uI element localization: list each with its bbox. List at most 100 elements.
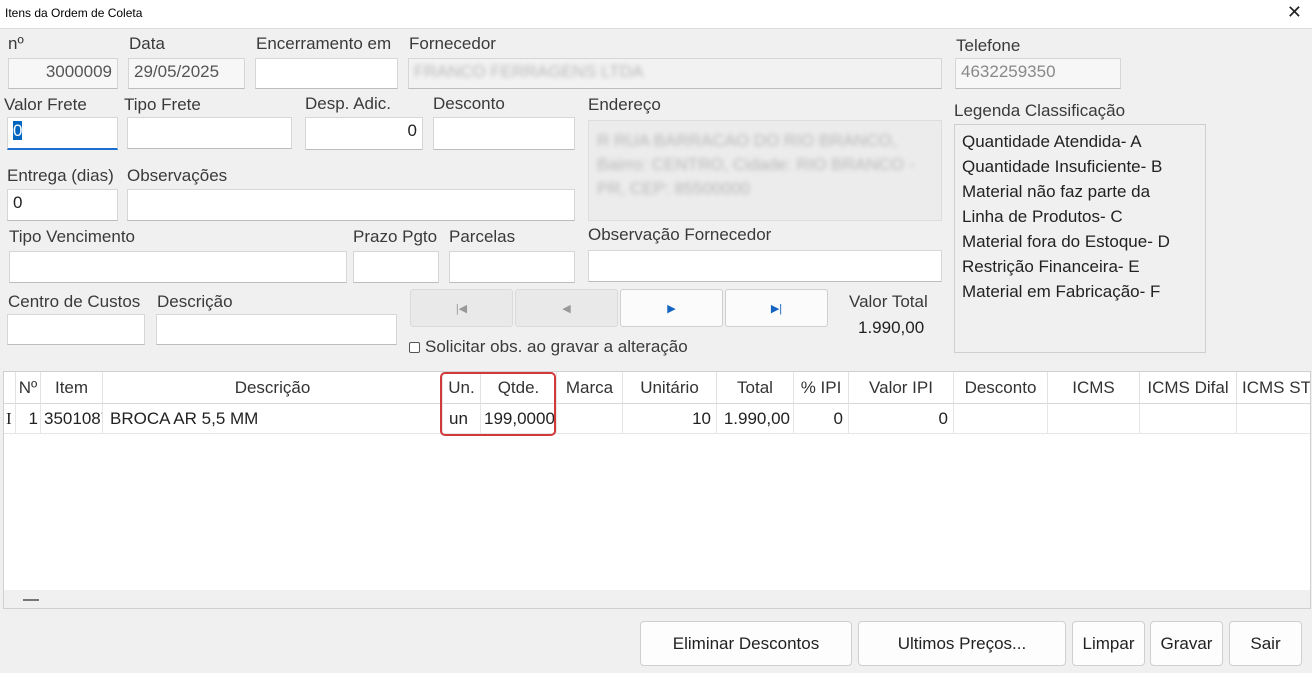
cell-total[interactable]: 1.990,00	[717, 404, 794, 434]
col-header-pct-ipi[interactable]: % IPI	[794, 372, 849, 404]
entrega-field[interactable]: 0	[7, 189, 118, 221]
desp-adic-field[interactable]: 0	[305, 117, 423, 150]
encerramento-label: Encerramento em	[256, 34, 392, 53]
items-grid[interactable]: Nº Item Descrição Un. Qtde. Marca Unitár…	[3, 371, 1311, 609]
endereco-label: Endereço	[588, 95, 661, 114]
prior-record-icon: ◀	[562, 302, 571, 315]
ultimos-precos-button[interactable]: Ultimos Preços...	[858, 621, 1066, 666]
cell-icms-st[interactable]	[1237, 404, 1310, 434]
fornecedor-field[interactable]: FRANCO FERRAGENS LTDA	[408, 58, 942, 89]
solicitar-obs-label: Solicitar obs. ao gravar a alteração	[425, 337, 688, 356]
fornecedor-label: Fornecedor	[409, 34, 496, 53]
cell-n[interactable]: 1	[16, 404, 41, 434]
next-record-icon: ▶	[667, 302, 676, 315]
cell-icms[interactable]	[1048, 404, 1140, 434]
cell-un[interactable]: un	[443, 404, 481, 434]
cell-icms-difal[interactable]	[1140, 404, 1237, 434]
desconto-field[interactable]	[433, 117, 575, 150]
sair-button[interactable]: Sair	[1229, 621, 1302, 666]
centro-custos-label: Centro de Custos	[8, 292, 141, 311]
valor-total-value: 1.990,00	[858, 318, 925, 337]
encerramento-field[interactable]	[255, 58, 398, 89]
last-record-button[interactable]: ▶|	[725, 289, 828, 327]
row-indicator[interactable]: I	[4, 404, 16, 434]
parcelas-label: Parcelas	[449, 227, 516, 246]
parcelas-field[interactable]	[449, 251, 575, 283]
observacoes-label: Observações	[127, 166, 228, 185]
window-title-bar: Itens da Ordem de Coleta ✕	[0, 0, 1312, 29]
eliminar-descontos-button[interactable]: Eliminar Descontos	[640, 621, 852, 666]
col-header-descricao[interactable]: Descrição	[103, 372, 443, 404]
fornecedor-value: FRANCO FERRAGENS LTDA	[414, 62, 644, 81]
legend-item: Material em Fabricação- F	[962, 282, 1161, 301]
cell-descricao[interactable]: BROCA AR 5,5 MM	[103, 404, 443, 434]
col-header-valor-ipi[interactable]: Valor IPI	[849, 372, 954, 404]
horizontal-scrollbar[interactable]	[4, 590, 1310, 608]
last-record-icon: ▶|	[770, 302, 783, 315]
legend-item: Material fora do Estoque- D	[962, 232, 1170, 251]
col-header-item[interactable]: Item	[41, 372, 103, 404]
desp-adic-label: Desp. Adic.	[305, 94, 391, 113]
legend-title: Legenda Classificação	[954, 101, 1126, 120]
tipo-frete-field[interactable]	[127, 117, 292, 149]
cell-marca[interactable]	[557, 404, 623, 434]
cell-unitario[interactable]: 10	[623, 404, 717, 434]
col-header-un[interactable]: Un.	[443, 372, 481, 404]
col-header-icms[interactable]: ICMS	[1048, 372, 1140, 404]
prazo-pgto-label: Prazo Pgto	[353, 227, 438, 246]
valor-frete-label: Valor Frete	[4, 95, 87, 114]
col-header-icms-st[interactable]: ICMS ST	[1237, 372, 1310, 404]
legend-item: Restrição Financeira- E	[962, 257, 1140, 276]
legend-item: Linha de Produtos- C	[962, 207, 1123, 226]
numero-field[interactable]: 3000009	[8, 58, 118, 89]
col-header-total[interactable]: Total	[717, 372, 794, 404]
legend-item: Material não faz parte da	[962, 182, 1151, 201]
prazo-pgto-field[interactable]	[353, 251, 439, 283]
valor-frete-value: 0	[13, 121, 23, 140]
endereco-field[interactable]: R RUA BARRACAO DO RIO BRANCO, Bairro: CE…	[588, 120, 942, 221]
col-header-unitario[interactable]: Unitário	[623, 372, 717, 404]
endereco-value: R RUA BARRACAO DO RIO BRANCO, Bairro: CE…	[597, 131, 915, 198]
legend-box: Quantidade Atendida- A Quantidade Insufi…	[954, 124, 1206, 353]
cell-desconto[interactable]	[954, 404, 1048, 434]
cell-valor-ipi[interactable]: 0	[849, 404, 954, 434]
col-header-qtde[interactable]: Qtde.	[481, 372, 557, 404]
gravar-button[interactable]: Gravar	[1150, 621, 1223, 666]
data-field[interactable]: 29/05/2025	[128, 58, 245, 89]
valor-frete-field[interactable]: 0	[7, 117, 118, 150]
cell-item[interactable]: 3501087	[41, 404, 103, 434]
legend-item: Quantidade Insuficiente- B	[962, 157, 1163, 176]
cell-pct-ipi[interactable]: 0	[794, 404, 849, 434]
solicitar-obs-option[interactable]: Solicitar obs. ao gravar a alteração	[409, 337, 688, 357]
tipo-frete-label: Tipo Frete	[124, 95, 201, 114]
telefone-field[interactable]: 4632259350	[955, 58, 1121, 89]
obs-fornecedor-field[interactable]	[588, 250, 942, 282]
limpar-button[interactable]: Limpar	[1072, 621, 1145, 666]
observacoes-field[interactable]	[127, 189, 575, 221]
tipo-vencimento-field[interactable]	[9, 251, 347, 283]
next-record-button[interactable]: ▶	[620, 289, 723, 327]
legend-item: Quantidade Atendida- A	[962, 132, 1142, 151]
entrega-label: Entrega (dias)	[7, 166, 114, 185]
scrollbar-thumb[interactable]	[23, 599, 39, 601]
first-record-button[interactable]: |◀	[410, 289, 513, 327]
col-header-marca[interactable]: Marca	[557, 372, 623, 404]
centro-custos-field[interactable]	[7, 314, 145, 345]
telefone-label: Telefone	[956, 36, 1021, 55]
desconto-label: Desconto	[433, 94, 505, 113]
grid-indicator-header	[4, 372, 16, 404]
descricao-label: Descrição	[157, 292, 233, 311]
col-header-desconto[interactable]: Desconto	[954, 372, 1048, 404]
valor-total-label: Valor Total	[849, 292, 928, 311]
col-header-icms-difal[interactable]: ICMS Difal	[1140, 372, 1237, 404]
prior-record-button[interactable]: ◀	[515, 289, 618, 327]
solicitar-obs-checkbox[interactable]	[409, 341, 420, 353]
descricao-field[interactable]	[156, 314, 397, 345]
obs-fornecedor-label: Observação Fornecedor	[588, 225, 772, 244]
col-header-n[interactable]: Nº	[16, 372, 41, 404]
data-label: Data	[129, 34, 165, 53]
window-title: Itens da Ordem de Coleta	[5, 6, 143, 20]
first-record-icon: |◀	[455, 302, 468, 315]
cell-qtde[interactable]: 199,0000	[481, 404, 557, 434]
close-icon[interactable]: ✕	[1287, 2, 1302, 23]
